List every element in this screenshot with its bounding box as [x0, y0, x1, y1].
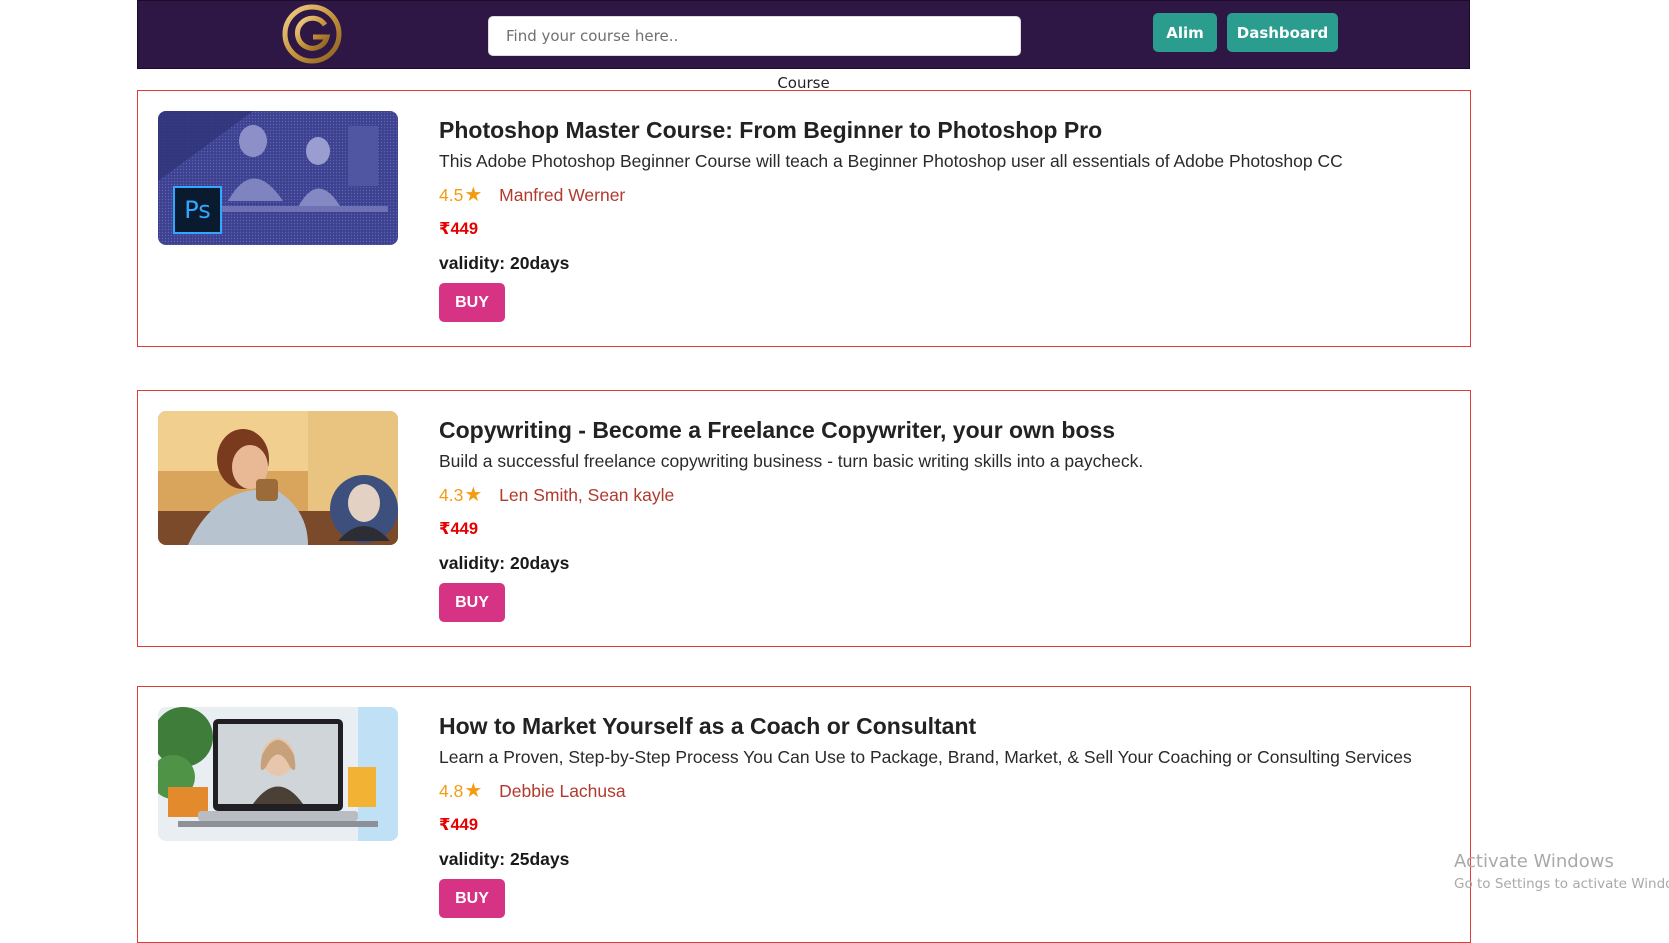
- course-instructor[interactable]: Debbie Lachusa: [499, 781, 625, 801]
- gold-monogram-logo-icon[interactable]: [281, 3, 343, 65]
- course-meta: 4.3★ Len Smith, Sean kayle: [439, 483, 1458, 507]
- buy-button[interactable]: BUY: [439, 583, 505, 622]
- course-validity: validity: 20days: [439, 553, 570, 573]
- activate-windows-watermark: Activate Windows Go to Settings to activ…: [1454, 850, 1669, 894]
- course-instructor[interactable]: Len Smith, Sean kayle: [499, 485, 674, 505]
- course-validity: validity: 20days: [439, 253, 570, 273]
- course-price: ₹449: [439, 220, 479, 238]
- buy-button[interactable]: BUY: [439, 283, 505, 322]
- course-validity: validity: 25days: [439, 849, 570, 869]
- watermark-subtitle: Go to Settings to activate Windows.: [1454, 876, 1669, 892]
- course-title[interactable]: Photoshop Master Course: From Beginner t…: [439, 115, 1458, 145]
- header-bar: Alim Dashboard: [137, 0, 1470, 69]
- course-title[interactable]: How to Market Yourself as a Coach or Con…: [439, 711, 1458, 741]
- buy-button[interactable]: BUY: [439, 879, 505, 918]
- course-rating: 4.5: [439, 185, 464, 205]
- course-thumbnail[interactable]: Ps: [158, 111, 398, 245]
- course-card: Copywriting - Become a Freelance Copywri…: [137, 390, 1471, 647]
- course-thumbnail[interactable]: [158, 707, 398, 841]
- course-price: ₹449: [439, 816, 479, 834]
- course-description: Learn a Proven, Step-by-Step Process You…: [439, 747, 1412, 767]
- star-icon: ★: [464, 184, 483, 206]
- course-description: This Adobe Photoshop Beginner Course wil…: [439, 151, 1343, 171]
- course-price: ₹449: [439, 520, 479, 538]
- watermark-title: Activate Windows: [1454, 851, 1614, 872]
- course-title[interactable]: Copywriting - Become a Freelance Copywri…: [439, 415, 1458, 445]
- star-icon: ★: [464, 780, 483, 802]
- course-meta: 4.8★ Debbie Lachusa: [439, 779, 1458, 803]
- search-input[interactable]: [488, 16, 1021, 56]
- course-instructor[interactable]: Manfred Werner: [499, 185, 625, 205]
- course-card: How to Market Yourself as a Coach or Con…: [137, 686, 1471, 943]
- course-description: Build a successful freelance copywriting…: [439, 451, 1144, 471]
- photoshop-badge-icon: Ps: [184, 196, 211, 224]
- course-rating: 4.8: [439, 781, 464, 801]
- course-card: Ps Photoshop Master Course: From Beginne…: [137, 90, 1471, 347]
- star-icon: ★: [464, 484, 483, 506]
- course-rating: 4.3: [439, 485, 464, 505]
- dashboard-button[interactable]: Dashboard: [1227, 13, 1338, 52]
- user-profile-button[interactable]: Alim: [1153, 13, 1217, 52]
- course-meta: 4.5★ Manfred Werner: [439, 183, 1458, 207]
- course-thumbnail[interactable]: [158, 411, 398, 545]
